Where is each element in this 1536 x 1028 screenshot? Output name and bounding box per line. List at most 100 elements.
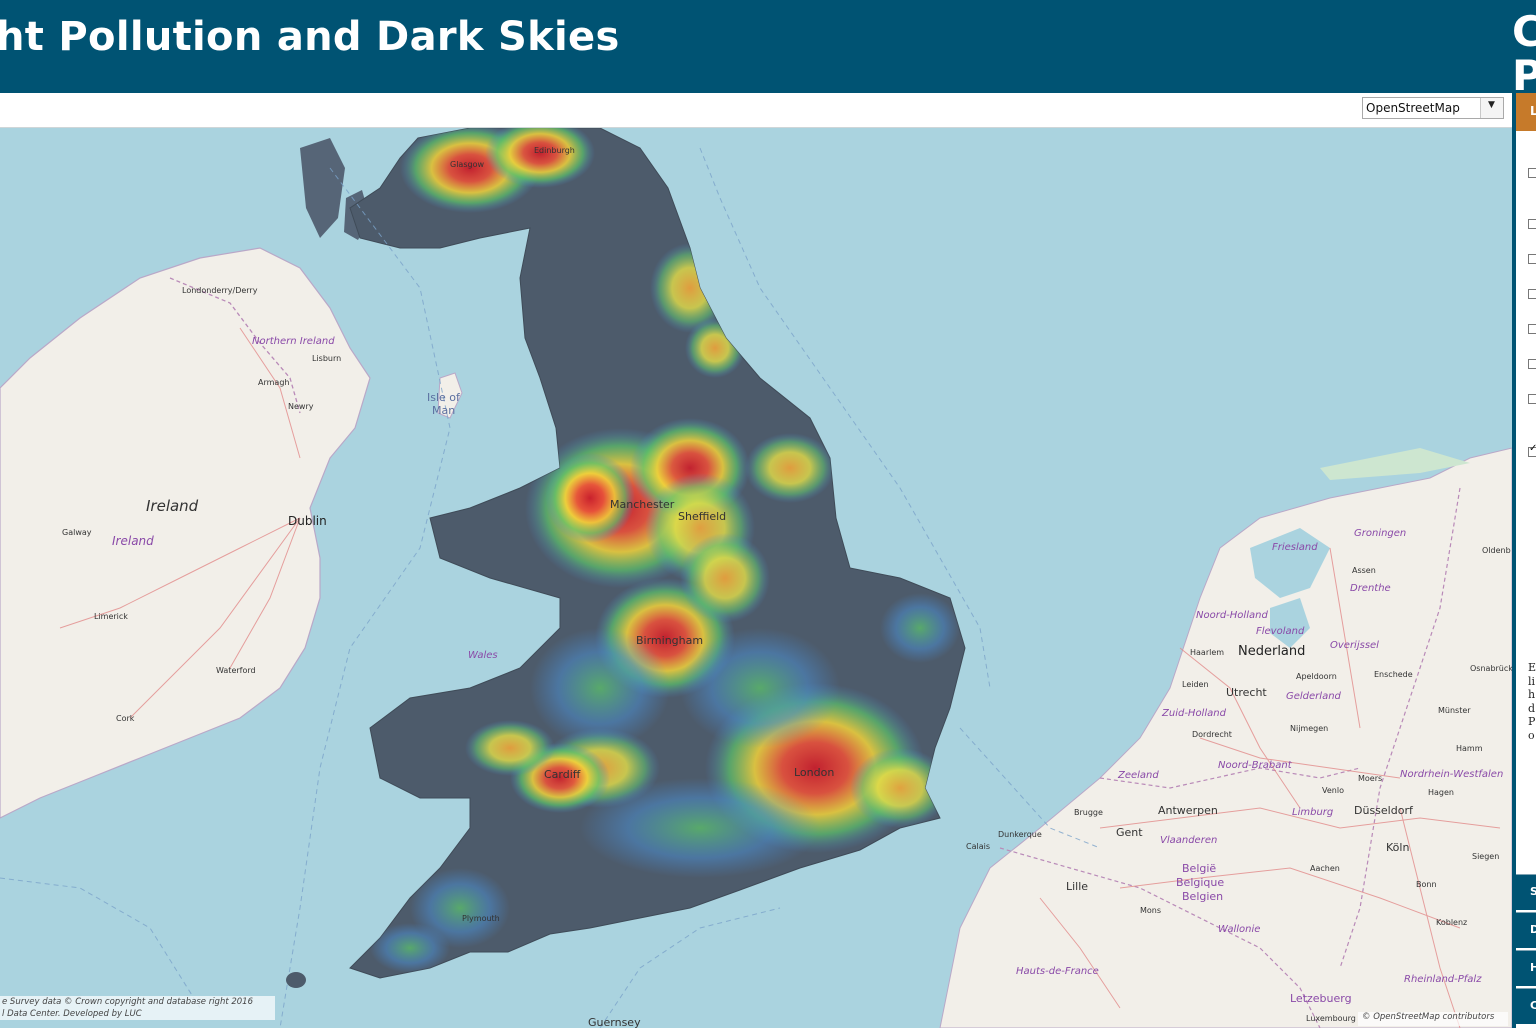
panel-text-line: d bbox=[1528, 701, 1536, 715]
map-label-flevoland: Flevoland bbox=[1256, 626, 1305, 637]
map-label-nordrhein: Nordrhein-Westfalen bbox=[1400, 769, 1504, 780]
attribution-left: e Survey data © Crown copyright and data… bbox=[0, 996, 275, 1020]
map-label-glasgow: Glasgow bbox=[450, 160, 485, 169]
map-label-london: London bbox=[794, 766, 835, 779]
panel-tab-2-label: D bbox=[1530, 923, 1536, 936]
panel-tab-3[interactable]: H bbox=[1516, 950, 1536, 986]
map-label-gent: Gent bbox=[1116, 826, 1143, 839]
map-label-sheffield: Sheffield bbox=[678, 510, 727, 523]
map-label-overijssel: Overijssel bbox=[1330, 640, 1379, 651]
map-label-haarlem: Haarlem bbox=[1190, 648, 1225, 657]
map-label-northern-ireland: Northern Ireland bbox=[252, 336, 335, 347]
map-label-newry: Newry bbox=[288, 402, 314, 411]
map-label-apeldoorn: Apeldoorn bbox=[1296, 672, 1337, 681]
map-label-belgique: Belgique bbox=[1176, 876, 1225, 889]
layer-checkbox-2[interactable] bbox=[1528, 219, 1536, 229]
map-label-waterford: Waterford bbox=[216, 666, 256, 675]
map-label-galway: Galway bbox=[62, 528, 92, 537]
map-label-lisburn: Lisburn bbox=[312, 354, 342, 363]
map-label-aachen: Aachen bbox=[1310, 864, 1340, 873]
map-label-vlaanderen: Vlaanderen bbox=[1160, 835, 1218, 846]
map-label-luxembourg: Luxembourg bbox=[1306, 1014, 1356, 1023]
map-label-osnabruck: Osnabrück bbox=[1470, 664, 1512, 673]
map-label-manchester: Manchester bbox=[610, 498, 675, 511]
map-label-ireland: Ireland bbox=[146, 497, 199, 515]
map-label-isle-of-man-1: Isle of bbox=[427, 391, 460, 404]
panel-tab-1-label: S bbox=[1530, 885, 1536, 898]
map-label-drenthe: Drenthe bbox=[1350, 583, 1391, 594]
layer-checkbox-6[interactable] bbox=[1528, 359, 1536, 369]
map-label-isle-of-man-2: Man bbox=[432, 404, 456, 417]
map-label-antwerpen: Antwerpen bbox=[1158, 804, 1218, 817]
app-header: ht Pollution and Dark Skies C P bbox=[0, 0, 1536, 93]
map-label-nijmegen: Nijmegen bbox=[1290, 724, 1329, 733]
layer-checkbox-5[interactable] bbox=[1528, 324, 1536, 334]
map-canvas bbox=[0, 128, 1512, 1028]
chevron-down-icon: ▼ bbox=[1488, 100, 1495, 110]
attribution-right[interactable]: © OpenStreetMap contributors bbox=[1358, 1012, 1508, 1026]
attribution-left-line-1: e Survey data © Crown copyright and data… bbox=[2, 997, 254, 1007]
logo: C P bbox=[1512, 7, 1536, 92]
map-label-groningen: Groningen bbox=[1354, 528, 1407, 539]
map-label-mons: Mons bbox=[1140, 906, 1162, 915]
logo-letter-p: P bbox=[1512, 51, 1536, 92]
layer-checkbox-3[interactable] bbox=[1528, 254, 1536, 264]
map-label-belgie: België bbox=[1182, 862, 1217, 875]
map-label-plymouth: Plymouth bbox=[462, 914, 500, 923]
map-label-dordrecht: Dordrecht bbox=[1192, 730, 1232, 739]
panel-tab-layers[interactable]: L bbox=[1516, 93, 1536, 131]
panel-text-line: E bbox=[1528, 661, 1536, 674]
map-label-friesland: Friesland bbox=[1272, 542, 1318, 553]
map-label-enschede: Enschede bbox=[1374, 670, 1413, 679]
layer-checkbox-light-pollution[interactable] bbox=[1528, 443, 1536, 457]
map-label-utrecht: Utrecht bbox=[1226, 686, 1267, 699]
map-toolbar: OpenStreetMap ▼ bbox=[0, 93, 1512, 128]
panel-text-line: o bbox=[1528, 728, 1535, 742]
map-label-edinburgh: Edinburgh bbox=[534, 146, 575, 155]
map-label-letzebuerg: Letzebuerg bbox=[1290, 992, 1352, 1005]
map-label-oldenburg: Oldenb bbox=[1482, 546, 1511, 555]
map-label-dublin: Dublin bbox=[288, 514, 327, 528]
map-label-wales: Wales bbox=[468, 650, 498, 661]
panel-text-line: P bbox=[1528, 715, 1536, 728]
channel-island bbox=[286, 972, 306, 988]
panel-tab-4[interactable]: C bbox=[1516, 988, 1536, 1024]
basemap-select[interactable]: OpenStreetMap ▼ bbox=[1362, 97, 1504, 119]
basemap-dropdown-button[interactable]: ▼ bbox=[1480, 98, 1503, 118]
map-label-nederland: Nederland bbox=[1238, 644, 1306, 659]
map-label-bonn: Bonn bbox=[1416, 880, 1437, 889]
map-label-zuid-holland: Zuid-Holland bbox=[1162, 708, 1226, 719]
map-label-lille: Lille bbox=[1066, 880, 1089, 893]
panel-text-line: h bbox=[1528, 688, 1536, 701]
page-title: ht Pollution and Dark Skies bbox=[0, 14, 620, 60]
side-panel: L E li h d P o S D H C bbox=[1516, 93, 1536, 1028]
map-label-hamm: Hamm bbox=[1456, 744, 1483, 753]
panel-tab-4-label: C bbox=[1530, 999, 1536, 1012]
layer-checkbox-4[interactable] bbox=[1528, 289, 1536, 299]
panel-tab-1[interactable]: S bbox=[1516, 874, 1536, 910]
map-label-armagh: Armagh bbox=[258, 378, 290, 387]
map-label-noord-brabant: Noord-Brabant bbox=[1218, 760, 1292, 771]
panel-tab-3-label: H bbox=[1530, 961, 1536, 974]
map-view[interactable]: Ireland Ireland Northern Ireland Londond… bbox=[0, 128, 1512, 1028]
map-label-gelderland: Gelderland bbox=[1286, 691, 1341, 702]
map-label-noord-holland: Noord-Holland bbox=[1196, 610, 1268, 621]
panel-description: E li h d P o bbox=[1528, 661, 1536, 742]
logo-letter-c: C bbox=[1512, 7, 1536, 56]
basemap-select-value: OpenStreetMap bbox=[1366, 101, 1460, 115]
map-label-belgien: Belgien bbox=[1182, 890, 1224, 903]
map-label-koln: Köln bbox=[1386, 841, 1410, 854]
map-label-guernsey: Guernsey bbox=[588, 1016, 641, 1028]
layer-checkbox-7[interactable] bbox=[1528, 394, 1536, 404]
map-label-rheinland-pfalz: Rheinland-Pfalz bbox=[1404, 974, 1482, 985]
map-label-birmingham: Birmingham bbox=[636, 634, 704, 647]
map-label-leiden: Leiden bbox=[1182, 680, 1209, 689]
panel-text-line: li bbox=[1528, 674, 1536, 688]
map-label-zeeland: Zeeland bbox=[1118, 770, 1159, 781]
map-label-cardiff: Cardiff bbox=[544, 768, 581, 781]
map-label-venlo: Venlo bbox=[1322, 786, 1344, 795]
panel-tab-layers-label: L bbox=[1530, 104, 1536, 118]
panel-tab-2[interactable]: D bbox=[1516, 912, 1536, 948]
ireland-landmass bbox=[0, 247, 371, 819]
layer-checkbox-1[interactable] bbox=[1528, 168, 1536, 178]
